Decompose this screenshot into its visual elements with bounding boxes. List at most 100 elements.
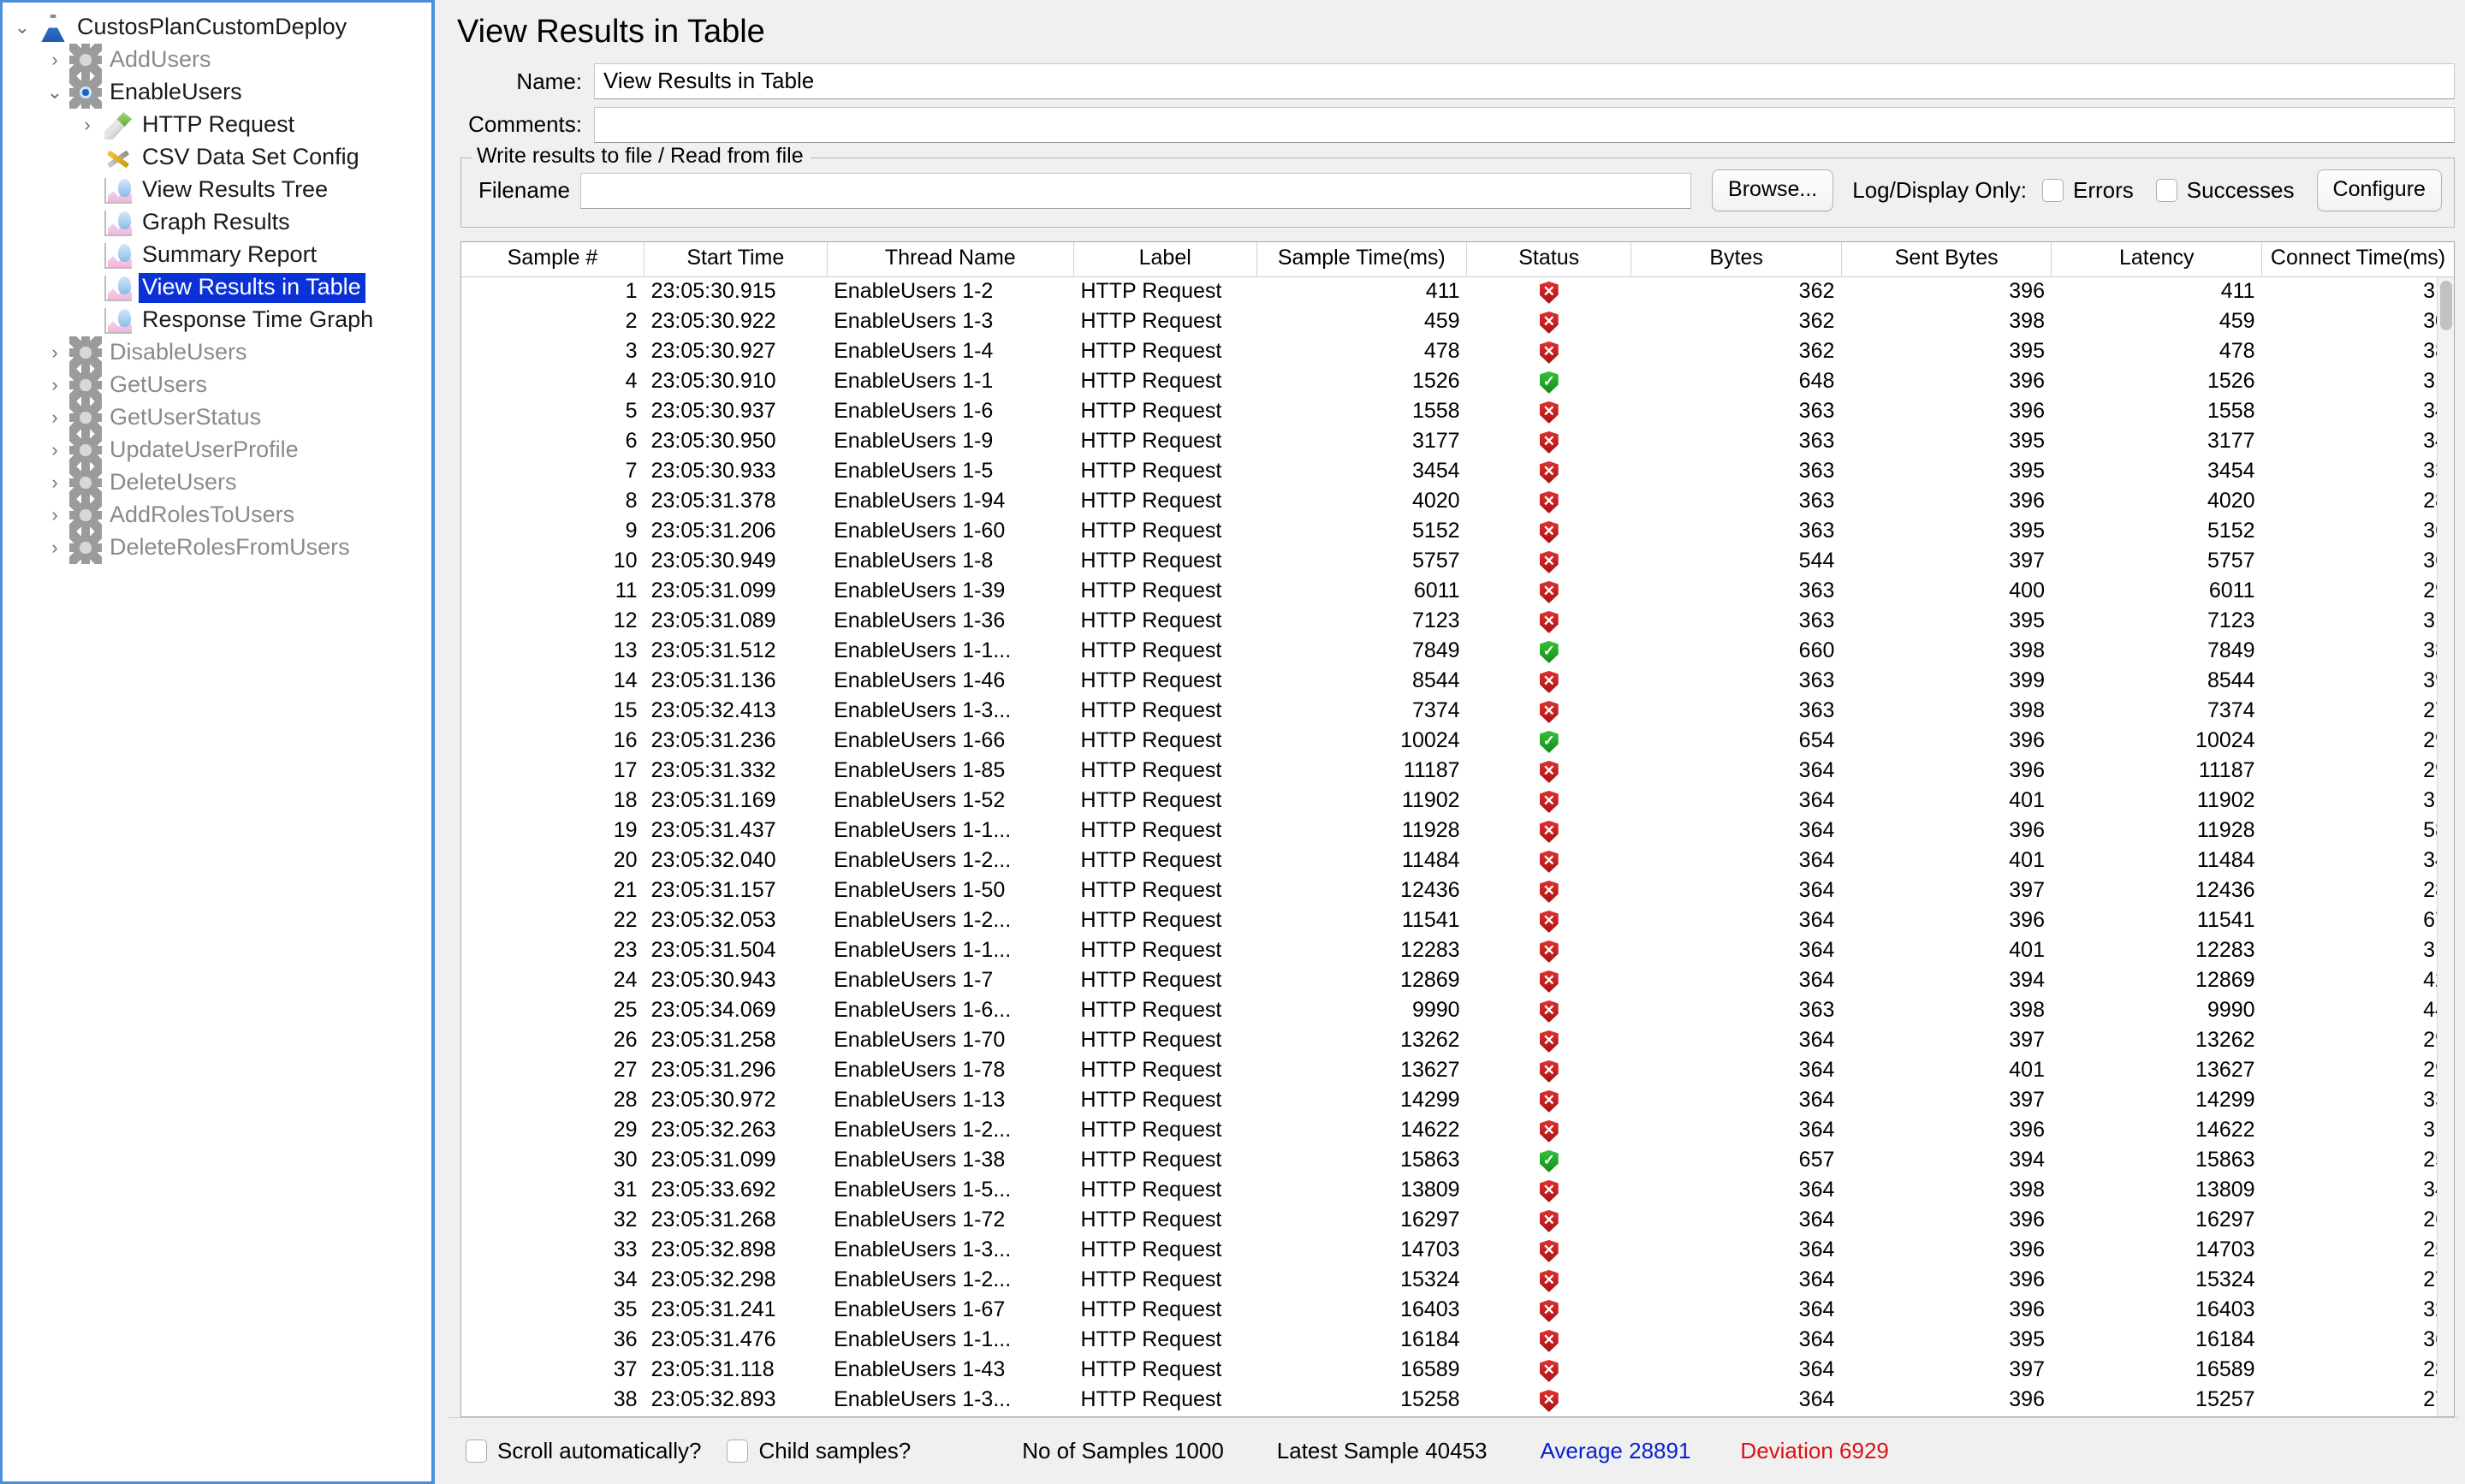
table-row[interactable]: 2523:05:34.069EnableUsers 1-6...HTTP Req… bbox=[461, 996, 2454, 1026]
table-row[interactable]: 923:05:31.206EnableUsers 1-60HTTP Reques… bbox=[461, 517, 2454, 547]
column-header-connect-time-ms[interactable]: Connect Time(ms) bbox=[2262, 242, 2454, 276]
chevron-right-icon[interactable]: › bbox=[40, 538, 69, 557]
tree-item-disableusers[interactable]: ›DisableUsers bbox=[3, 336, 431, 369]
table-row[interactable]: 1123:05:31.099EnableUsers 1-39HTTP Reque… bbox=[461, 577, 2454, 607]
table-row[interactable]: 3823:05:32.893EnableUsers 1-3...HTTP Req… bbox=[461, 1386, 2454, 1416]
successes-checkbox[interactable] bbox=[2156, 179, 2177, 202]
filename-input[interactable] bbox=[580, 173, 1691, 209]
tree-item-getusers[interactable]: ›GetUsers bbox=[3, 369, 431, 401]
table-row[interactable]: 2923:05:32.263EnableUsers 1-2...HTTP Req… bbox=[461, 1116, 2454, 1146]
child-samples-checkbox[interactable] bbox=[727, 1439, 748, 1463]
table-row[interactable]: 2323:05:31.504EnableUsers 1-1...HTTP Req… bbox=[461, 936, 2454, 966]
name-input[interactable]: View Results in Table bbox=[594, 63, 2455, 99]
results-table-header-row[interactable]: Sample #Start TimeThread NameLabelSample… bbox=[461, 242, 2454, 276]
test-plan-tree-panel[interactable]: ⌄CustosPlanCustomDeploy›AddUsers⌄EnableU… bbox=[0, 0, 435, 1484]
chevron-right-icon[interactable]: › bbox=[73, 116, 102, 134]
results-vertical-scrollbar[interactable] bbox=[2437, 277, 2454, 1416]
table-row[interactable]: 1923:05:31.437EnableUsers 1-1...HTTP Req… bbox=[461, 816, 2454, 846]
child-samples-group[interactable]: Child samples? bbox=[727, 1438, 911, 1464]
chevron-right-icon[interactable]: › bbox=[40, 506, 69, 525]
table-row[interactable]: 3523:05:31.241EnableUsers 1-67HTTP Reque… bbox=[461, 1296, 2454, 1326]
table-row[interactable]: 723:05:30.933EnableUsers 1-5HTTP Request… bbox=[461, 457, 2454, 487]
column-header-latency[interactable]: Latency bbox=[2052, 242, 2262, 276]
chevron-right-icon[interactable]: › bbox=[40, 441, 69, 460]
configure-button[interactable]: Configure bbox=[2317, 169, 2442, 211]
table-row[interactable]: 3223:05:31.268EnableUsers 1-72HTTP Reque… bbox=[461, 1206, 2454, 1236]
table-row[interactable]: 1323:05:31.512EnableUsers 1-1...HTTP Req… bbox=[461, 637, 2454, 667]
table-row[interactable]: 1723:05:31.332EnableUsers 1-85HTTP Reque… bbox=[461, 757, 2454, 787]
errors-checkbox[interactable] bbox=[2042, 179, 2064, 202]
column-header-label[interactable]: Label bbox=[1073, 242, 1256, 276]
table-row[interactable]: 523:05:30.937EnableUsers 1-6HTTP Request… bbox=[461, 397, 2454, 427]
browse-button[interactable]: Browse... bbox=[1712, 169, 1833, 211]
tree-item-getuserstatus[interactable]: ›GetUserStatus bbox=[3, 401, 431, 434]
table-row[interactable]: 623:05:30.950EnableUsers 1-9HTTP Request… bbox=[461, 427, 2454, 457]
table-row[interactable]: 1223:05:31.089EnableUsers 1-36HTTP Reque… bbox=[461, 607, 2454, 637]
table-row[interactable]: 2123:05:31.157EnableUsers 1-50HTTP Reque… bbox=[461, 876, 2454, 906]
column-header-sample-time-ms[interactable]: Sample Time(ms) bbox=[1256, 242, 1467, 276]
table-row[interactable]: 3623:05:31.476EnableUsers 1-1...HTTP Req… bbox=[461, 1326, 2454, 1356]
table-row[interactable]: 2623:05:31.258EnableUsers 1-70HTTP Reque… bbox=[461, 1026, 2454, 1056]
table-row[interactable]: 3723:05:31.118EnableUsers 1-43HTTP Reque… bbox=[461, 1356, 2454, 1386]
table-row[interactable]: 2723:05:31.296EnableUsers 1-78HTTP Reque… bbox=[461, 1056, 2454, 1086]
column-header-sample[interactable]: Sample # bbox=[461, 242, 644, 276]
tree-item-http-request[interactable]: ›HTTP Request bbox=[3, 109, 431, 141]
column-header-status[interactable]: Status bbox=[1467, 242, 1631, 276]
table-row[interactable]: 3023:05:31.099EnableUsers 1-38HTTP Reque… bbox=[461, 1146, 2454, 1176]
column-header-start-time[interactable]: Start Time bbox=[644, 242, 828, 276]
results-table-body[interactable]: 123:05:30.915EnableUsers 1-2HTTP Request… bbox=[461, 277, 2454, 1417]
tree-item-graph-results[interactable]: ·Graph Results bbox=[3, 206, 431, 239]
table-row[interactable]: 2823:05:30.972EnableUsers 1-13HTTP Reque… bbox=[461, 1086, 2454, 1116]
table-row[interactable]: 323:05:30.927EnableUsers 1-4HTTP Request… bbox=[461, 337, 2454, 367]
tree-item-custosplancustomdeploy[interactable]: ⌄CustosPlanCustomDeploy bbox=[3, 11, 431, 44]
scroll-automatically-checkbox[interactable] bbox=[466, 1439, 487, 1463]
table-row[interactable]: 1523:05:32.413EnableUsers 1-3...HTTP Req… bbox=[461, 697, 2454, 727]
tree-item-addusers[interactable]: ›AddUsers bbox=[3, 44, 431, 76]
tree-item-csv-data-set-config[interactable]: ·CSV Data Set Config bbox=[3, 141, 431, 174]
tree-item-deleterolesfromusers[interactable]: ›DeleteRolesFromUsers bbox=[3, 531, 431, 564]
column-header-sent-bytes[interactable]: Sent Bytes bbox=[1841, 242, 2052, 276]
tree-item-deleteusers[interactable]: ›DeleteUsers bbox=[3, 466, 431, 499]
table-row[interactable]: 1623:05:31.236EnableUsers 1-66HTTP Reque… bbox=[461, 727, 2454, 757]
table-row[interactable]: 3323:05:32.898EnableUsers 1-3...HTTP Req… bbox=[461, 1236, 2454, 1266]
tree-item-view-results-tree[interactable]: ·View Results Tree bbox=[3, 174, 431, 206]
successes-checkbox-group[interactable]: Successes bbox=[2156, 177, 2295, 204]
table-row[interactable]: 1023:05:30.949EnableUsers 1-8HTTP Reques… bbox=[461, 547, 2454, 577]
table-row[interactable]: 3423:05:32.298EnableUsers 1-2...HTTP Req… bbox=[461, 1266, 2454, 1296]
table-row[interactable]: 3123:05:33.692EnableUsers 1-5...HTTP Req… bbox=[461, 1176, 2454, 1206]
table-row[interactable]: 123:05:30.915EnableUsers 1-2HTTP Request… bbox=[461, 277, 2454, 307]
tree-item-summary-report[interactable]: ·Summary Report bbox=[3, 239, 431, 271]
results-table-body-table[interactable]: 123:05:30.915EnableUsers 1-2HTTP Request… bbox=[461, 277, 2454, 1417]
column-header-bytes[interactable]: Bytes bbox=[1631, 242, 1842, 276]
chevron-right-icon[interactable]: › bbox=[40, 473, 69, 492]
table-row[interactable]: 423:05:30.910EnableUsers 1-1HTTP Request… bbox=[461, 367, 2454, 397]
tree-item-updateuserprofile[interactable]: ›UpdateUserProfile bbox=[3, 434, 431, 466]
table-row[interactable]: 823:05:31.378EnableUsers 1-94HTTP Reques… bbox=[461, 487, 2454, 517]
scroll-automatically-group[interactable]: Scroll automatically? bbox=[466, 1438, 701, 1464]
table-row[interactable]: 2023:05:32.040EnableUsers 1-2...HTTP Req… bbox=[461, 846, 2454, 876]
cell-connect-time-ms: 31 bbox=[2262, 607, 2454, 637]
tree-item-view-results-in-table[interactable]: ·View Results in Table bbox=[3, 271, 431, 304]
table-row[interactable]: 2423:05:30.943EnableUsers 1-7HTTP Reques… bbox=[461, 966, 2454, 996]
chevron-down-icon[interactable]: ⌄ bbox=[40, 83, 69, 102]
table-row[interactable]: 2223:05:32.053EnableUsers 1-2...HTTP Req… bbox=[461, 906, 2454, 936]
errors-checkbox-group[interactable]: Errors bbox=[2042, 177, 2134, 204]
chevron-right-icon[interactable]: › bbox=[40, 50, 69, 69]
scrollbar-thumb[interactable] bbox=[2440, 281, 2452, 330]
test-plan-tree[interactable]: ⌄CustosPlanCustomDeploy›AddUsers⌄EnableU… bbox=[3, 3, 431, 564]
results-table[interactable]: Sample #Start TimeThread NameLabelSample… bbox=[461, 242, 2454, 277]
tree-item-addrolestousers[interactable]: ›AddRolesToUsers bbox=[3, 499, 431, 531]
chevron-down-icon[interactable]: ⌄ bbox=[8, 18, 37, 37]
chevron-right-icon[interactable]: › bbox=[40, 376, 69, 395]
table-row[interactable]: 223:05:30.922EnableUsers 1-3HTTP Request… bbox=[461, 307, 2454, 337]
chevron-right-icon[interactable]: › bbox=[40, 343, 69, 362]
comments-input[interactable] bbox=[594, 107, 2455, 143]
chevron-right-icon[interactable]: › bbox=[40, 408, 69, 427]
tree-item-response-time-graph[interactable]: ·Response Time Graph bbox=[3, 304, 431, 336]
results-table-container[interactable]: Sample #Start TimeThread NameLabelSample… bbox=[460, 241, 2455, 1417]
column-header-thread-name[interactable]: Thread Name bbox=[827, 242, 1073, 276]
table-row[interactable]: 1423:05:31.136EnableUsers 1-46HTTP Reque… bbox=[461, 667, 2454, 697]
tree-item-enableusers[interactable]: ⌄EnableUsers bbox=[3, 76, 431, 109]
table-row[interactable]: 3923:05:31.384EnableUsers 1-95HTTP Reque… bbox=[461, 1416, 2454, 1417]
table-row[interactable]: 1823:05:31.169EnableUsers 1-52HTTP Reque… bbox=[461, 787, 2454, 816]
